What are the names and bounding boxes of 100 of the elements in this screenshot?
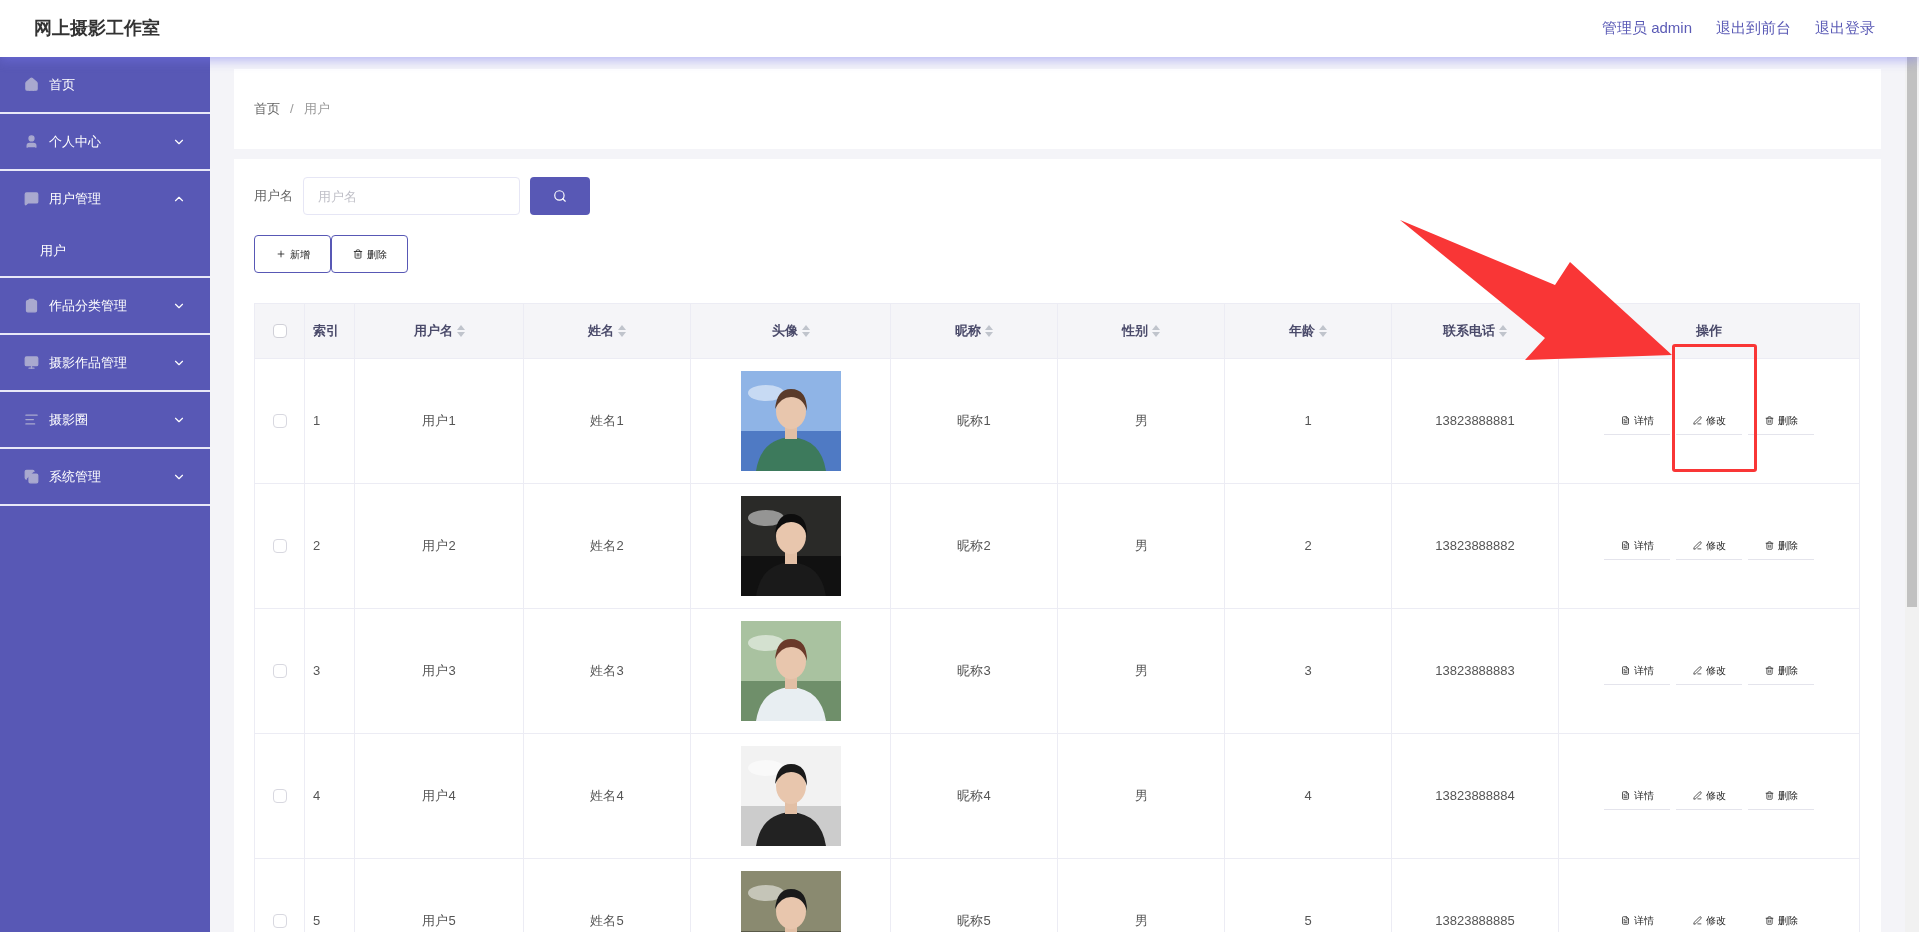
checkbox[interactable] xyxy=(272,414,287,428)
column-header[interactable]: 用户名 xyxy=(413,321,465,341)
search-icon xyxy=(553,189,567,203)
table-cell-text: 男 xyxy=(1134,787,1148,806)
document-icon xyxy=(1620,541,1630,550)
chat-icon xyxy=(24,191,39,206)
sort-icon xyxy=(801,325,810,337)
row-action-button[interactable]: 修改 xyxy=(1676,532,1742,560)
pencil-icon xyxy=(1692,541,1702,550)
checkbox[interactable] xyxy=(272,664,287,678)
table-cell-text: 用户4 xyxy=(422,787,456,806)
plus-icon xyxy=(275,249,286,259)
trash-icon xyxy=(1764,916,1774,925)
row-action-button[interactable]: 删除 xyxy=(1748,907,1814,932)
column-header[interactable]: 头像 xyxy=(771,321,810,341)
column-header[interactable]: 姓名 xyxy=(588,321,626,341)
trash-icon xyxy=(1764,791,1774,800)
column-header[interactable]: 年龄 xyxy=(1289,321,1327,341)
breadcrumb-item[interactable]: 首页 xyxy=(254,99,280,119)
table-cell-text: 13823888883 xyxy=(1435,662,1515,681)
table-cell-text: 5 xyxy=(1304,912,1312,931)
header-link[interactable]: 退出到前台 xyxy=(1716,17,1791,40)
header-link[interactable]: 退出登录 xyxy=(1815,17,1875,40)
row-action-button[interactable]: 修改 xyxy=(1676,407,1742,435)
pencil-icon xyxy=(1692,791,1702,800)
pencil-icon xyxy=(1692,916,1702,925)
table-cell-text: 1 xyxy=(313,412,321,431)
sidebar-label: 首页 xyxy=(49,75,76,94)
search-field[interactable]: 用户名 xyxy=(303,177,520,215)
table-cell-text: 男 xyxy=(1134,662,1148,681)
document-icon xyxy=(1620,666,1630,675)
table-cell-text: 昵称4 xyxy=(957,787,991,806)
row-action-button[interactable]: 详情 xyxy=(1604,907,1670,932)
row-action-button[interactable]: 修改 xyxy=(1676,782,1742,810)
column-header[interactable]: 性别 xyxy=(1122,321,1160,341)
sidebar-item[interactable]: 系统管理 xyxy=(0,449,210,504)
sidebar-label: 摄影作品管理 xyxy=(49,353,128,372)
user-icon xyxy=(24,134,39,149)
trash-icon xyxy=(352,249,363,259)
clipboard-icon xyxy=(24,298,39,313)
row-action-button[interactable]: 修改 xyxy=(1676,657,1742,685)
document-icon xyxy=(1620,416,1630,425)
table-cell-text: 昵称2 xyxy=(957,537,991,556)
checkbox[interactable] xyxy=(272,539,287,553)
toolbar-button[interactable]: 删除 xyxy=(331,235,408,273)
scrollbar[interactable] xyxy=(1905,57,1919,932)
checkbox[interactable] xyxy=(272,914,287,928)
table-cell-text: 13823888881 xyxy=(1435,412,1515,431)
row-action-button[interactable]: 删除 xyxy=(1748,532,1814,560)
table-cell-text: 姓名2 xyxy=(590,537,624,556)
table-cell-text: 13823888885 xyxy=(1435,912,1515,931)
sidebar-item[interactable]: 个人中心 xyxy=(0,114,210,169)
row-action-button[interactable]: 详情 xyxy=(1604,407,1670,435)
checkbox[interactable] xyxy=(272,324,287,338)
search-label: 用户名 xyxy=(254,187,293,206)
toolbar-button[interactable]: 新增 xyxy=(254,235,331,273)
table-cell-text: 2 xyxy=(313,537,321,556)
sort-icon xyxy=(618,325,626,337)
table-cell-text: 3 xyxy=(313,662,321,681)
table-cell-text: 用户1 xyxy=(422,412,456,431)
sidebar-item[interactable]: 用户管理 xyxy=(0,171,210,226)
row-action-button[interactable]: 详情 xyxy=(1604,657,1670,685)
trash-icon xyxy=(1764,666,1774,675)
sidebar-item[interactable]: 首页 xyxy=(0,57,210,112)
column-header[interactable]: 操作 xyxy=(1696,321,1722,341)
table-cell-text: 13823888882 xyxy=(1435,537,1515,556)
sidebar-item[interactable]: 作品分类管理 xyxy=(0,278,210,333)
sort-icon xyxy=(1152,325,1160,337)
sidebar-label: 系统管理 xyxy=(49,467,102,486)
sort-icon xyxy=(1499,325,1507,337)
row-action-button[interactable]: 详情 xyxy=(1604,532,1670,560)
search-button[interactable] xyxy=(530,177,590,215)
row-action-button[interactable]: 详情 xyxy=(1604,782,1670,810)
column-header[interactable]: 昵称 xyxy=(955,321,993,341)
table-cell-text: 昵称3 xyxy=(957,662,991,681)
pencil-icon xyxy=(1692,416,1702,425)
sidebar-subitem[interactable]: 用户 xyxy=(0,226,210,276)
table-cell-text: 2 xyxy=(1304,537,1312,556)
header-link[interactable]: 管理员 admin xyxy=(1601,17,1692,40)
column-header[interactable]: 索引 xyxy=(313,321,339,341)
table-cell-text: 男 xyxy=(1134,412,1148,431)
document-icon xyxy=(1620,916,1630,925)
row-action-button[interactable]: 修改 xyxy=(1676,907,1742,932)
table-cell-text: 用户5 xyxy=(422,912,456,931)
checkbox[interactable] xyxy=(272,789,287,803)
sidebar-item[interactable]: 摄影圈 xyxy=(0,392,210,447)
table-cell-text: 用户2 xyxy=(422,537,456,556)
trash-icon xyxy=(1764,416,1774,425)
sidebar-label: 个人中心 xyxy=(49,132,102,151)
table-cell-text: 姓名3 xyxy=(590,662,624,681)
sidebar-item[interactable]: 摄影作品管理 xyxy=(0,335,210,390)
sort-icon xyxy=(985,325,993,337)
sort-icon xyxy=(1319,325,1327,337)
table-cell-text: 用户3 xyxy=(422,662,456,681)
trash-icon xyxy=(1764,541,1774,550)
column-header[interactable]: 联系电话 xyxy=(1443,321,1507,341)
table-cell-text: 1 xyxy=(1304,412,1312,431)
row-action-button[interactable]: 删除 xyxy=(1748,657,1814,685)
row-action-button[interactable]: 删除 xyxy=(1748,407,1814,435)
row-action-button[interactable]: 删除 xyxy=(1748,782,1814,810)
